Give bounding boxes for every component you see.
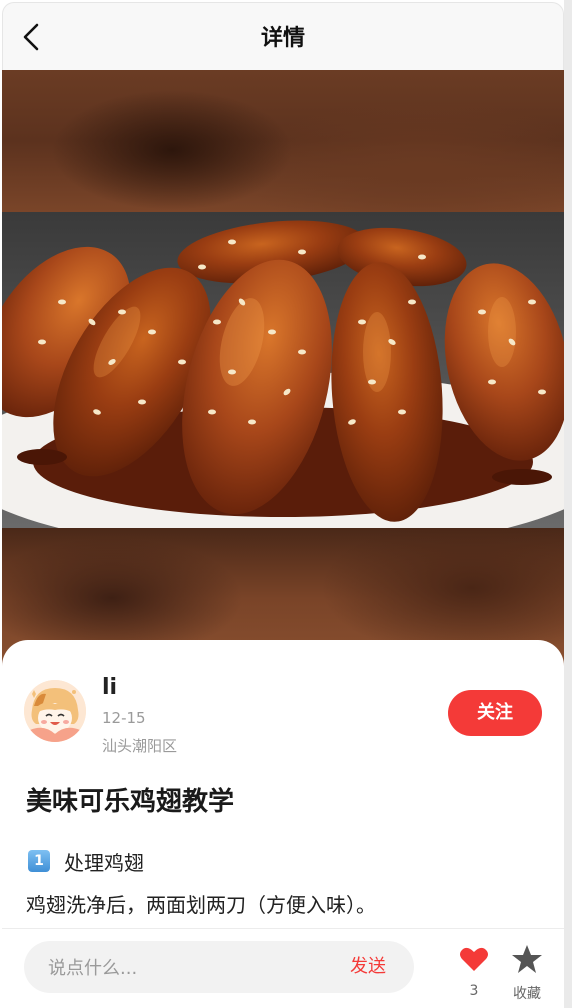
page-title: 详情: [260, 26, 305, 51]
food-photo: [2, 212, 564, 528]
comment-box: 发送: [24, 941, 414, 995]
like-count: 3: [469, 983, 479, 999]
comment-input[interactable]: [46, 941, 330, 995]
like-button[interactable]: 3: [454, 941, 494, 1001]
hero-image[interactable]: [2, 70, 564, 670]
cartoon-girl-avatar: [24, 680, 86, 742]
step-heading: 1 处理鸡翅: [28, 846, 144, 876]
step-label: 处理鸡翅: [64, 850, 144, 875]
step-number-badge: 1: [28, 850, 50, 872]
favorite-button[interactable]: 收藏: [502, 939, 552, 1002]
phone-screen: 详情 li 12-15 汕头潮阳区 关注 美味可乐鸡翅教学 1 处理鸡翅 鸡翅洗…: [0, 0, 572, 1008]
send-button[interactable]: 发送: [350, 941, 386, 993]
favorite-label: 收藏: [513, 986, 541, 1002]
follow-button[interactable]: 关注: [448, 690, 542, 736]
top-nav-bar: 详情: [2, 2, 564, 70]
post-date: 12-15: [102, 709, 146, 727]
star-icon: [512, 945, 542, 973]
author-name[interactable]: li: [102, 674, 117, 702]
heart-icon: [460, 947, 488, 971]
bottom-action-bar: 发送 3 收藏: [2, 928, 564, 1008]
post-title: 美味可乐鸡翅教学: [26, 787, 235, 817]
post-location: 汕头潮阳区: [102, 737, 178, 755]
avatar[interactable]: [24, 680, 86, 742]
scrollbar-track: [564, 0, 572, 1008]
step-description: 鸡翅洗净后，两面划两刀（方便入味）。: [26, 893, 376, 917]
hero-blur-top: [2, 70, 564, 212]
